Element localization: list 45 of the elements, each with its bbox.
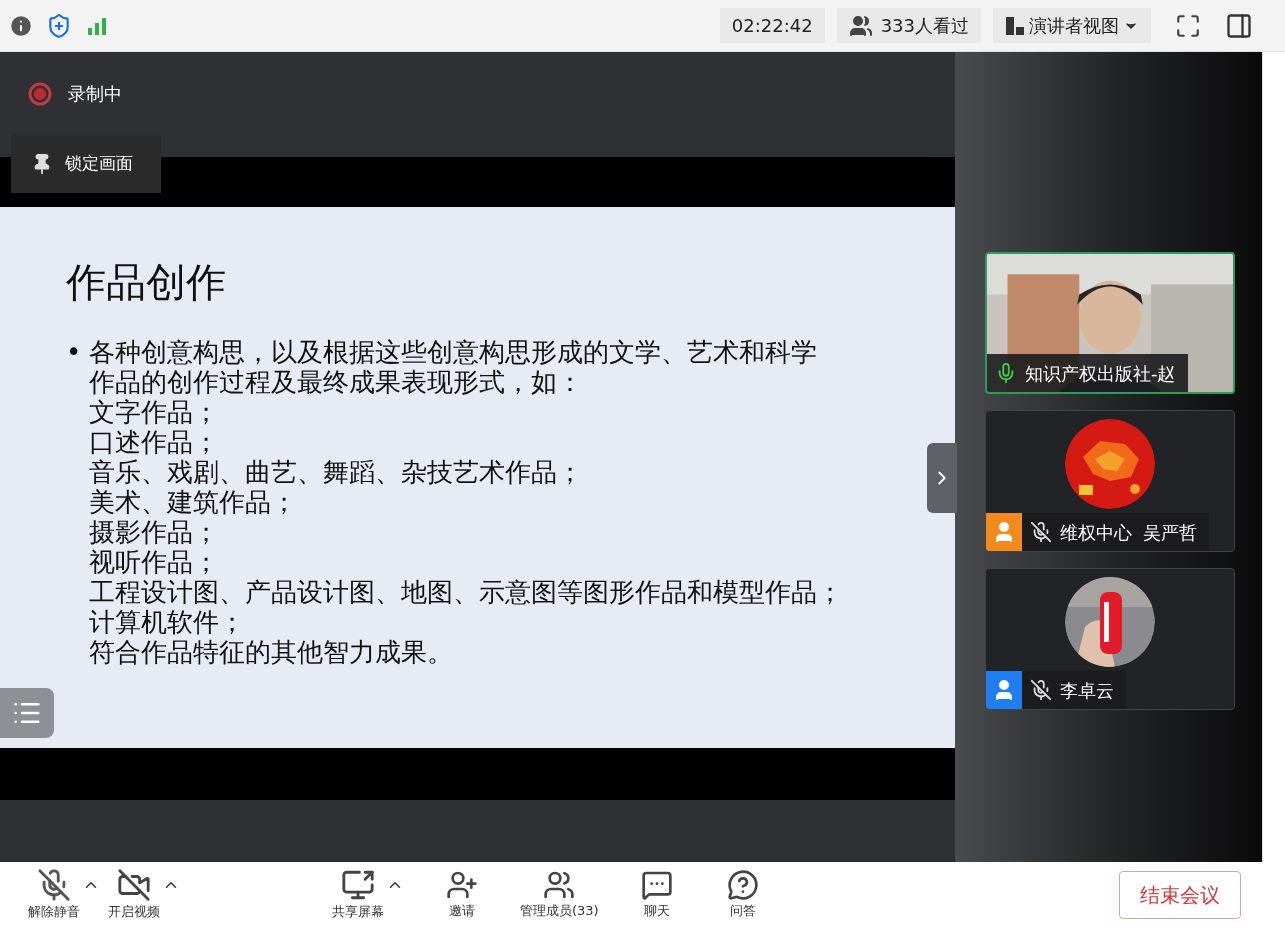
participant-tile[interactable]: 维权中心 吴严哲 [985,410,1235,552]
shield-icon[interactable] [46,12,72,39]
view-mode-dropdown[interactable]: 演讲者视图 [993,8,1151,43]
mic-muted-icon [1030,679,1052,701]
slide-line: 音乐、戏剧、曲艺、舞蹈、杂技艺术作品； [89,457,585,487]
slide-line: 符合作品特征的其他智力成果。 [89,637,455,667]
slide-title: 作品创作 [66,258,227,307]
participant-name: 李卓云 [1060,678,1114,703]
slide-line: 视听作品； [89,547,221,577]
outline-button[interactable] [0,688,54,738]
chat-icon [640,869,673,902]
toolbar-button[interactable]: 共享屏幕 [330,868,386,922]
toolbar-button[interactable]: 管理成员(33) [520,869,599,921]
record-icon [28,81,52,106]
participant-name: 知识产权出版社-赵 [1025,361,1176,386]
toolbar-button[interactable]: 开启视频 [106,868,162,922]
mic-muted-icon [1030,521,1052,543]
end-meeting-button[interactable]: 结束会议 [1119,871,1241,919]
participant-tile[interactable]: 李卓云 [985,568,1235,710]
slide-line: 美术、建筑作品； [89,487,299,517]
slide-paragraph: 各种创意构思，以及根据这些创意构思形成的文学、艺术和科学作品的创作过程及最终成果表现形式，如： [89,337,819,397]
recording-indicator: 录制中 [0,52,955,107]
slide-line: 摄影作品； [89,517,221,547]
camera-off-icon [117,868,151,903]
viewers-button[interactable]: 333人看过 [836,8,981,43]
layout-icon [1005,15,1025,36]
fullscreen-icon[interactable] [1175,12,1201,39]
meeting-timer: 02:22:42 [719,8,825,43]
participant-name: 维权中心 吴严哲 [1060,520,1198,545]
bullet: • [66,337,82,369]
side-panel-icon[interactable] [1225,11,1253,40]
collapse-panel-button[interactable] [927,443,957,513]
slide-line: 计算机软件； [89,607,247,637]
mic-muted-icon [37,868,71,903]
people-icon [848,13,873,38]
toolbar-button[interactable]: 邀请 [434,869,490,921]
question-icon [726,869,759,902]
toolbar-button[interactable]: 解除静音 [26,868,82,922]
slide-line: 工程设计图、产品设计图、地图、示意图等图形作品和模型作品； [89,577,844,607]
slide-line: 口述作品； [89,427,221,457]
participant-tile[interactable]: 知识产权出版社-赵 [985,252,1235,394]
toolbar-button[interactable]: 问答 [714,869,771,921]
slide-line: 文字作品； [89,397,221,427]
lock-view-button[interactable]: 锁定画面 [11,135,161,193]
toolbar-button[interactable]: 聊天 [628,869,685,921]
